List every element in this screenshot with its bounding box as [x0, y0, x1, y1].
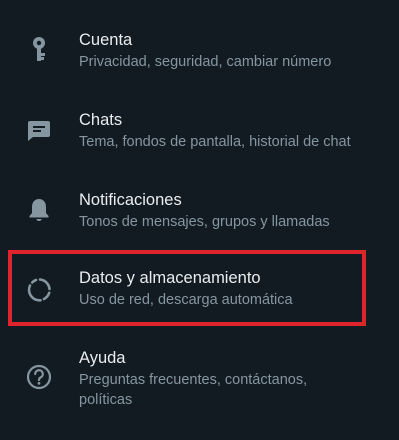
settings-item-data-storage[interactable]: Datos y almacenamiento Uso de red, desca… [0, 258, 399, 320]
settings-item-text: Notificaciones Tonos de mensajes, grupos… [79, 190, 387, 232]
settings-item-title: Notificaciones [79, 191, 182, 209]
settings-item-account[interactable]: Cuenta Privacidad, seguridad, cambiar nú… [0, 18, 399, 78]
settings-item-chats[interactable]: Chats Tema, fondos de pantalla, historia… [0, 98, 399, 158]
settings-item-text: Ayuda Preguntas frecuentes, contáctanos,… [79, 348, 387, 410]
settings-item-notifications[interactable]: Notificaciones Tonos de mensajes, grupos… [0, 178, 399, 238]
data-usage-icon [26, 277, 52, 303]
settings-item-text: Datos y almacenamiento Uso de red, desca… [79, 268, 387, 310]
settings-item-title: Ayuda [79, 349, 126, 367]
help-icon [26, 364, 52, 390]
settings-item-text: Chats Tema, fondos de pantalla, historia… [79, 110, 387, 152]
settings-item-subtitle: Preguntas frecuentes, contáctanos, polít… [79, 372, 308, 408]
chat-icon [26, 118, 52, 144]
settings-list: Cuenta Privacidad, seguridad, cambiar nú… [0, 0, 399, 440]
bell-icon [26, 197, 52, 223]
settings-item-text: Cuenta Privacidad, seguridad, cambiar nú… [79, 30, 387, 72]
settings-item-subtitle: Uso de red, descarga automática [79, 292, 293, 308]
settings-item-title: Datos y almacenamiento [79, 269, 261, 287]
key-icon [26, 36, 52, 62]
settings-item-help[interactable]: Ayuda Preguntas frecuentes, contáctanos,… [0, 338, 399, 422]
settings-item-title: Chats [79, 111, 123, 129]
settings-item-subtitle: Privacidad, seguridad, cambiar número [79, 54, 332, 70]
settings-item-title: Cuenta [79, 31, 133, 49]
settings-item-subtitle: Tonos de mensajes, grupos y llamadas [79, 214, 330, 230]
settings-item-subtitle: Tema, fondos de pantalla, historial de c… [79, 134, 351, 150]
